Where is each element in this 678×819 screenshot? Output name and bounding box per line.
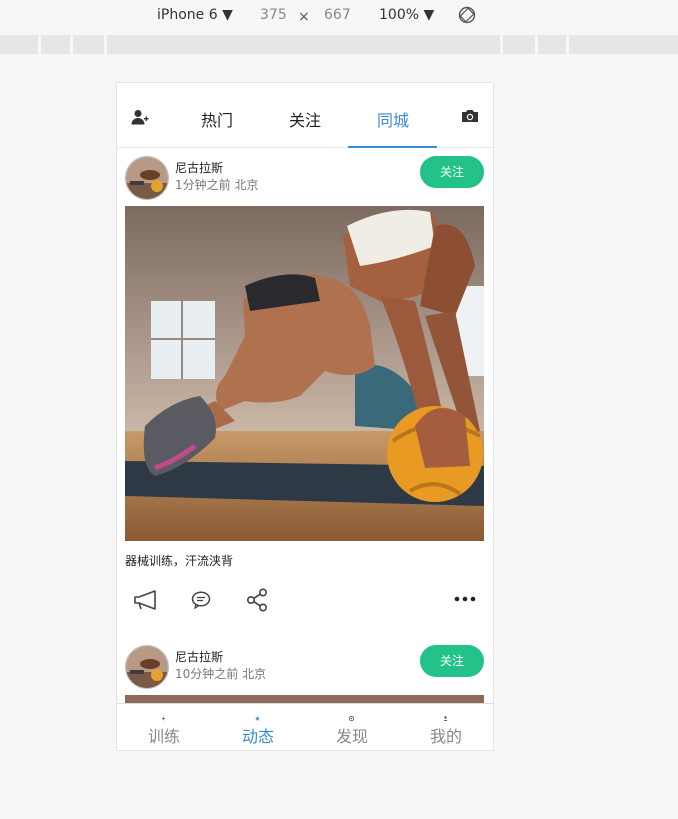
comment-icon[interactable] xyxy=(191,591,211,609)
follow-button[interactable]: 关注 xyxy=(420,156,484,188)
post-image[interactable] xyxy=(125,206,484,541)
width-field[interactable]: 375 xyxy=(260,7,287,23)
camera-icon[interactable] xyxy=(461,109,479,123)
post-caption: 器械训练，汗流浃背 xyxy=(125,554,234,568)
follow-button[interactable]: 关注 xyxy=(420,645,484,677)
tab-activity-label: 动态 xyxy=(241,727,274,746)
phone-viewport: 热门 关注 同城 尼古拉斯 1分钟之前 北京 关注 器械训练，汗流浃背 尼古拉斯… xyxy=(116,82,494,751)
compass-icon xyxy=(349,716,354,721)
username[interactable]: 尼古拉斯 xyxy=(175,648,223,665)
dimension-separator: × xyxy=(298,9,310,25)
device-select[interactable]: iPhone 6 ▼ xyxy=(157,7,233,23)
lightning-icon xyxy=(162,716,165,721)
tab-me-label: 我的 xyxy=(429,727,462,746)
share-icon[interactable] xyxy=(246,588,268,612)
bottom-tab-bar: 训练 动态 发现 我的 xyxy=(117,703,493,750)
tab-me[interactable]: 我的 xyxy=(399,704,493,750)
device-label: iPhone 6 xyxy=(157,7,218,23)
zoom-select[interactable]: 100% ▼ xyxy=(379,7,434,23)
megaphone-icon[interactable] xyxy=(133,589,159,611)
post-card: 尼古拉斯 10分钟之前 北京 关注 xyxy=(117,637,493,703)
rotate-icon[interactable] xyxy=(458,6,476,24)
avatar[interactable] xyxy=(125,645,169,689)
add-user-icon[interactable] xyxy=(131,109,149,125)
post-time-location: 10分钟之前 北京 xyxy=(175,667,267,681)
post-image[interactable] xyxy=(125,695,484,703)
top-nav: 热门 关注 同城 xyxy=(117,83,493,148)
tab-training-label: 训练 xyxy=(147,727,180,746)
feed[interactable]: 尼古拉斯 1分钟之前 北京 关注 器械训练，汗流浃背 尼古拉斯 10分钟之前 北… xyxy=(117,148,493,703)
username[interactable]: 尼古拉斯 xyxy=(175,159,223,176)
height-field[interactable]: 667 xyxy=(324,7,351,23)
more-icon[interactable] xyxy=(454,596,476,602)
zoom-label: 100% xyxy=(379,7,420,23)
star-icon xyxy=(255,716,260,721)
avatar[interactable] xyxy=(125,156,169,200)
user-icon xyxy=(443,716,448,721)
media-query-ruler xyxy=(0,35,678,54)
tab-local[interactable]: 同城 xyxy=(377,107,409,131)
tab-activity[interactable]: 动态 xyxy=(211,704,305,750)
post-time-location: 1分钟之前 北京 xyxy=(175,178,259,192)
tab-discover[interactable]: 发现 xyxy=(305,704,399,750)
post-card: 尼古拉斯 1分钟之前 北京 关注 器械训练，汗流浃背 xyxy=(117,148,493,636)
tab-discover-label: 发现 xyxy=(335,727,368,746)
tab-hot[interactable]: 热门 xyxy=(201,107,233,131)
tab-training[interactable]: 训练 xyxy=(117,704,211,750)
tab-follow[interactable]: 关注 xyxy=(289,107,321,131)
device-toolbar: iPhone 6 ▼ 375 × 667 100% ▼ xyxy=(0,0,678,32)
